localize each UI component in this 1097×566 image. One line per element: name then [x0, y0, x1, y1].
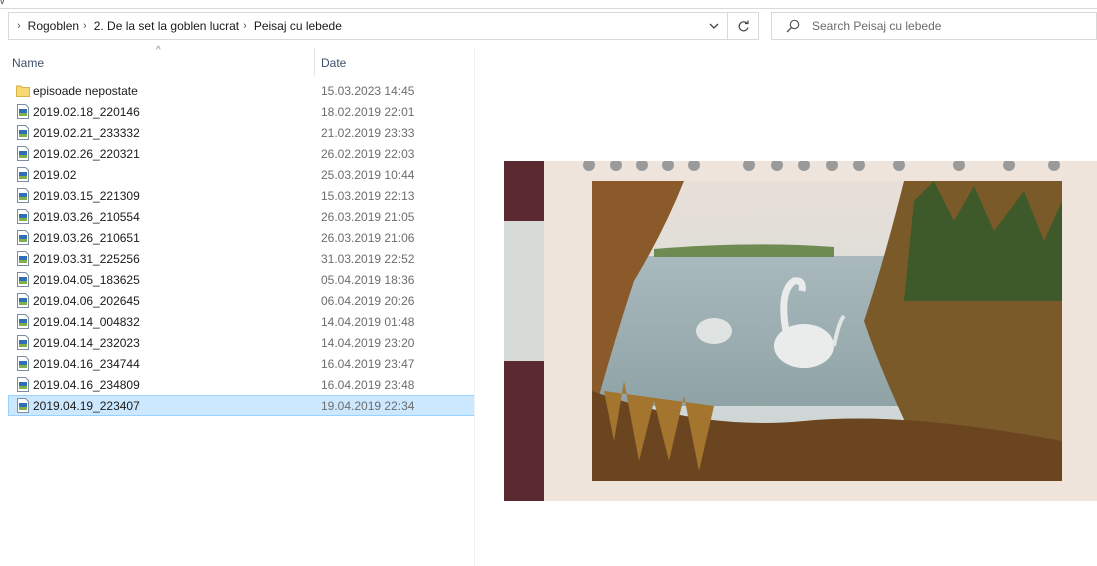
search-icon [786, 19, 800, 33]
column-header-date[interactable]: Date [321, 56, 346, 70]
image-file-icon [16, 398, 30, 413]
file-date: 21.02.2019 23:33 [321, 126, 415, 140]
file-rows: episoade nepostate 15.03.2023 14:45 2019.0… [8, 80, 475, 416]
file-date: 16.04.2019 23:47 [321, 357, 415, 371]
address-bar[interactable]: › Rogoblen › 2. De la set la goblen lucrat ›… [8, 12, 759, 40]
address-dropdown-button[interactable] [701, 13, 727, 39]
file-row[interactable]: 2019.02.21_233332 21.02.2019 23:33 [8, 122, 475, 143]
chevron-down-icon [709, 23, 719, 29]
image-file-icon [16, 272, 30, 287]
file-name: 2019.04.06_202645 [33, 294, 140, 308]
refresh-icon [738, 20, 749, 31]
file-date: 15.03.2019 22:13 [321, 189, 415, 203]
breadcrumb-chevron-icon[interactable]: › [13, 20, 28, 32]
search-box[interactable] [771, 12, 1097, 40]
file-name: 2019.02 [33, 168, 77, 182]
file-date: 25.03.2019 10:44 [321, 168, 415, 182]
image-file-icon [16, 314, 30, 329]
image-file-icon [16, 293, 30, 308]
file-name: 2019.04.14_004832 [33, 315, 140, 329]
folder-icon [16, 83, 30, 98]
file-name: 2019.04.16_234809 [33, 378, 140, 392]
file-name: 2019.03.26_210651 [33, 231, 140, 245]
file-list: ^ Name Date episoade nepostate 15.03.2023… [8, 45, 475, 566]
file-row[interactable]: 2019.02.26_220321 26.02.2019 22:03 [8, 143, 475, 164]
file-row[interactable]: 2019.02.18_220146 18.02.2019 22:01 [8, 101, 475, 122]
breadcrumb-chevron-icon[interactable]: › [79, 20, 94, 32]
file-date: 06.04.2019 20:26 [321, 294, 415, 308]
image-file-icon [16, 230, 30, 245]
file-row[interactable]: 2019.04.06_202645 06.04.2019 20:26 [8, 290, 475, 311]
file-row[interactable]: 2019.04.05_183625 05.04.2019 18:36 [8, 269, 475, 290]
file-date: 05.04.2019 18:36 [321, 273, 415, 287]
file-row[interactable]: episoade nepostate 15.03.2023 14:45 [8, 80, 475, 101]
file-date: 26.02.2019 22:03 [321, 147, 415, 161]
file-date: 19.04.2019 22:34 [321, 399, 415, 413]
file-name: 2019.02.21_233332 [33, 126, 140, 140]
cross-stitch-landscape-image [504, 161, 1097, 501]
column-separator[interactable] [314, 48, 315, 76]
image-file-icon [16, 167, 30, 182]
file-name: episoade nepostate [33, 84, 138, 98]
image-file-icon [16, 125, 30, 140]
file-name: 2019.04.19_223407 [33, 399, 140, 413]
file-date: 31.03.2019 22:52 [321, 252, 415, 266]
file-name: 2019.03.15_221309 [33, 189, 140, 203]
file-date: 26.03.2019 21:05 [321, 210, 415, 224]
image-file-icon [16, 209, 30, 224]
refresh-button[interactable] [727, 13, 758, 39]
image-file-icon [16, 188, 30, 203]
breadcrumb-item[interactable]: Rogoblen [28, 19, 79, 33]
file-name: 2019.03.26_210554 [33, 210, 140, 224]
sort-ascending-icon: ^ [156, 45, 161, 56]
file-name: 2019.04.05_183625 [33, 273, 140, 287]
breadcrumb-chevron-icon[interactable]: › [239, 20, 254, 32]
file-date: 16.04.2019 23:48 [321, 378, 415, 392]
file-row[interactable]: 2019.04.14_232023 14.04.2019 23:20 [8, 332, 475, 353]
file-date: 15.03.2023 14:45 [321, 84, 415, 98]
column-header-row: ^ Name Date [8, 45, 475, 76]
file-name: 2019.03.31_225256 [33, 252, 140, 266]
file-name: 2019.04.16_234744 [33, 357, 140, 371]
file-row[interactable]: 2019.03.15_221309 15.03.2019 22:13 [8, 185, 475, 206]
image-preview [504, 161, 1097, 501]
file-row[interactable]: 2019.02 25.03.2019 10:44 [8, 164, 475, 185]
image-file-icon [16, 377, 30, 392]
search-input[interactable] [810, 18, 1074, 34]
image-file-icon [16, 146, 30, 161]
file-date: 14.04.2019 01:48 [321, 315, 415, 329]
file-date: 26.03.2019 21:06 [321, 231, 415, 245]
breadcrumb-item[interactable]: 2. De la set la goblen lucrat [94, 19, 239, 33]
file-date: 14.04.2019 23:20 [321, 336, 415, 350]
image-file-icon [16, 335, 30, 350]
image-file-icon [16, 251, 30, 266]
breadcrumb: › Rogoblen › 2. De la set la goblen lucrat ›… [9, 19, 701, 33]
file-row[interactable]: 2019.03.26_210554 26.03.2019 21:05 [8, 206, 475, 227]
window-top-strip: v [0, 0, 1097, 9]
file-row[interactable]: 2019.04.19_223407 19.04.2019 22:34 [8, 395, 475, 416]
breadcrumb-item[interactable]: Peisaj cu lebede [254, 19, 342, 33]
file-row[interactable]: 2019.04.16_234744 16.04.2019 23:47 [8, 353, 475, 374]
file-name: 2019.02.26_220321 [33, 147, 140, 161]
image-file-icon [16, 356, 30, 371]
file-name: 2019.04.14_232023 [33, 336, 140, 350]
file-row[interactable]: 2019.03.31_225256 31.03.2019 22:52 [8, 248, 475, 269]
file-date: 18.02.2019 22:01 [321, 105, 415, 119]
file-row[interactable]: 2019.04.14_004832 14.04.2019 01:48 [8, 311, 475, 332]
file-name: 2019.02.18_220146 [33, 105, 140, 119]
pane-divider[interactable] [474, 48, 475, 566]
file-row[interactable]: 2019.03.26_210651 26.03.2019 21:06 [8, 227, 475, 248]
image-file-icon [16, 104, 30, 119]
column-header-name[interactable]: Name [12, 56, 44, 70]
top-tick: v [0, 0, 5, 6]
file-row[interactable]: 2019.04.16_234809 16.04.2019 23:48 [8, 374, 475, 395]
